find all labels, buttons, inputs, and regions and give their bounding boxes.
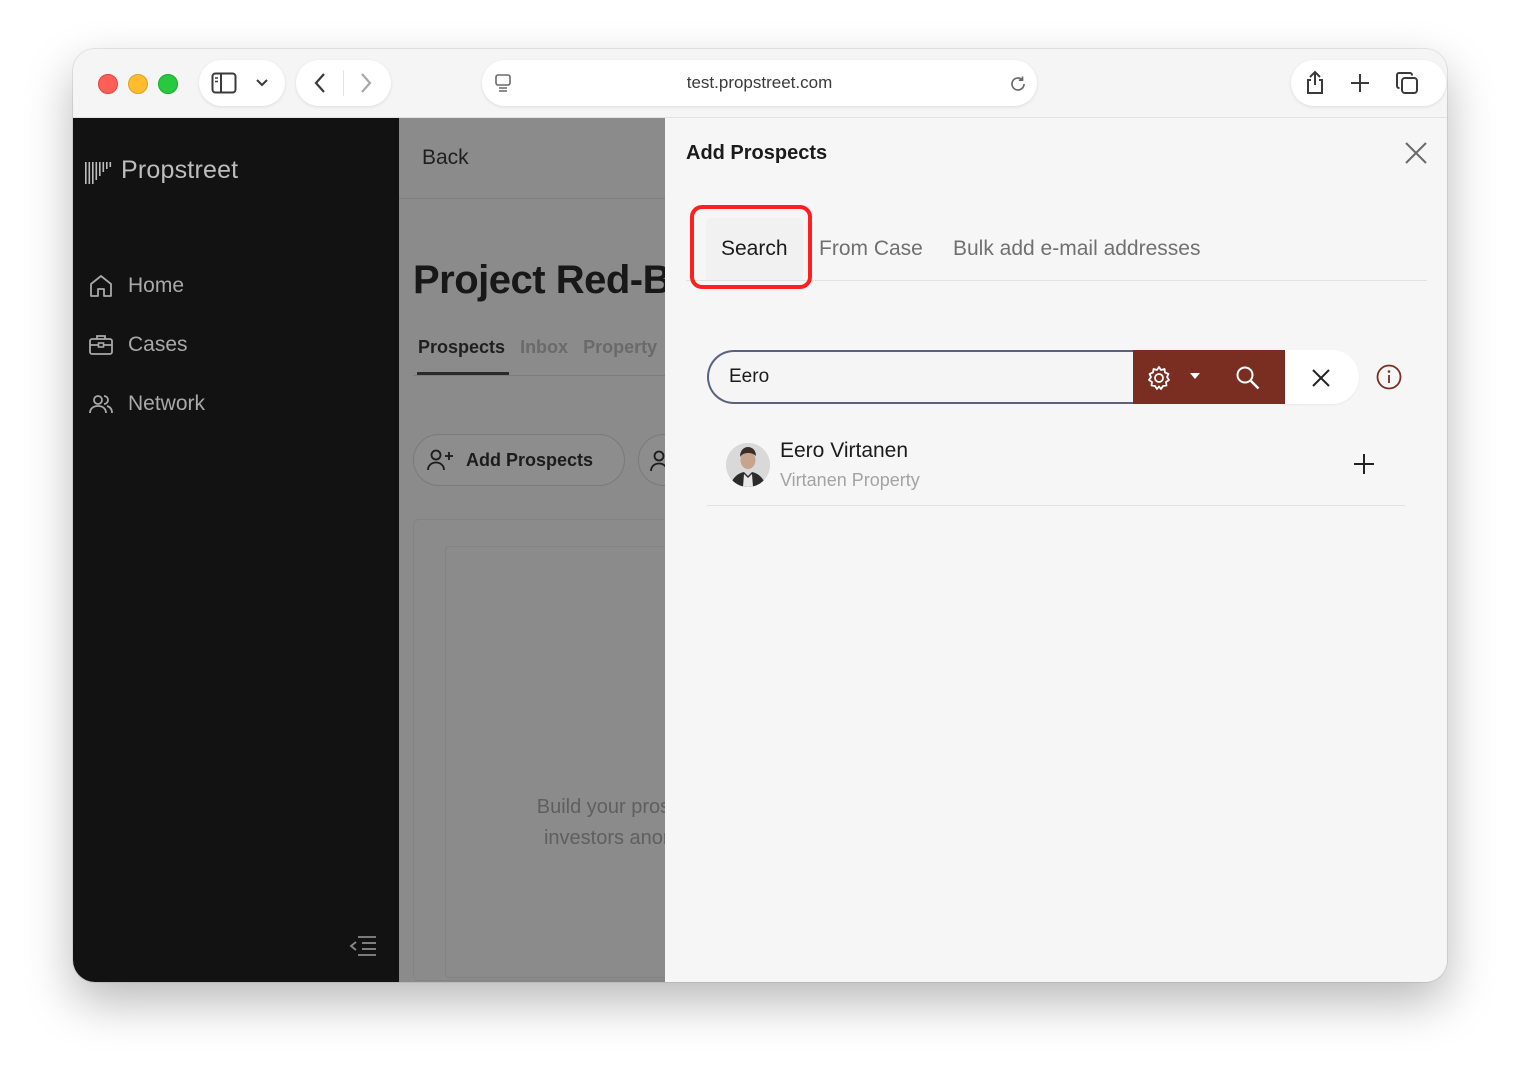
close-icon <box>1312 369 1330 387</box>
project-tabs: Prospects Inbox Property <box>418 337 665 358</box>
maximize-window-button[interactable] <box>158 74 178 94</box>
home-icon <box>90 275 112 297</box>
avatar <box>726 443 770 487</box>
tabs-divider <box>413 375 665 376</box>
result-company: Virtanen Property <box>780 470 920 490</box>
panel-tabs: Search From Case Bulk add e-mail address… <box>686 218 1427 281</box>
list-item[interactable]: Eero Virtanen Virtanen Property <box>707 433 1405 506</box>
sidebar-item-label: Cases <box>128 333 188 356</box>
main-header: Back <box>399 118 665 199</box>
minimize-window-button[interactable] <box>128 74 148 94</box>
reload-icon[interactable] <box>1008 74 1028 94</box>
gear-icon[interactable] <box>1145 364 1173 392</box>
info-icon[interactable] <box>1375 363 1403 391</box>
tab-from-case[interactable]: From Case <box>819 218 923 280</box>
empty-state-box <box>445 546 665 978</box>
search-icon[interactable] <box>1235 365 1261 391</box>
tab-bulk-add-email[interactable]: Bulk add e-mail addresses <box>953 218 1200 280</box>
tab-property[interactable]: Property <box>583 337 657 358</box>
search-input[interactable] <box>707 350 1133 404</box>
tab-search[interactable]: Search <box>706 218 803 280</box>
add-prospects-panel: Add Prospects Search From Case Bulk add … <box>665 118 1447 982</box>
collapse-sidebar-icon[interactable] <box>348 934 378 958</box>
sidebar-icon[interactable] <box>211 72 237 94</box>
nav-divider <box>343 70 344 96</box>
secondary-action-button[interactable] <box>638 434 665 486</box>
propstreet-logo-icon <box>85 162 112 184</box>
clear-search-button[interactable] <box>1285 350 1359 404</box>
address-bar[interactable]: test.propstreet.com <box>482 60 1037 106</box>
sidebar-item-cases[interactable]: Cases <box>88 329 188 361</box>
share-icon[interactable] <box>1304 70 1326 96</box>
sidebar-toggle-group <box>199 60 285 106</box>
app-sidebar: Propstreet Home Cases Network <box>73 118 399 982</box>
close-icon[interactable] <box>1403 140 1429 166</box>
url-text: test.propstreet.com <box>686 73 833 92</box>
sidebar-item-label: Network <box>128 392 206 415</box>
chevron-down-icon[interactable] <box>255 77 269 89</box>
history-nav-group <box>296 60 391 106</box>
tab-inbox[interactable]: Inbox <box>520 337 568 358</box>
close-window-button[interactable] <box>98 74 118 94</box>
main-content: Back Project Red-Bl Prospects Inbox Prop… <box>399 118 665 982</box>
user-icon <box>650 450 665 472</box>
browser-actions-group <box>1291 60 1446 106</box>
app-logo-text[interactable]: Propstreet <box>121 156 238 185</box>
person-photo-icon <box>726 443 770 487</box>
forward-arrow-icon[interactable] <box>358 72 374 94</box>
tab-overview-icon[interactable] <box>1395 71 1419 95</box>
briefcase-icon <box>89 335 113 355</box>
sidebar-item-home[interactable]: Home <box>88 270 184 302</box>
sidebar-item-label: Home <box>128 274 185 297</box>
browser-toolbar: test.propstreet.com <box>73 49 1447 118</box>
caret-down-icon[interactable] <box>1189 372 1201 380</box>
search-actions <box>1133 350 1285 404</box>
empty-state-text: Build your prosp investors anon <box>536 796 665 849</box>
add-user-icon <box>427 449 453 471</box>
add-prospects-label: Add Prospects <box>466 449 594 470</box>
result-name: Eero Virtanen <box>780 439 909 462</box>
add-prospects-button[interactable]: Add Prospects <box>413 434 625 486</box>
add-icon[interactable] <box>1352 452 1376 476</box>
sidebar-item-network[interactable]: Network <box>88 388 205 420</box>
panel-title: Add Prospects <box>686 142 828 164</box>
people-icon <box>89 395 113 414</box>
browser-window: test.propstreet.com Propstreet Home Case… <box>73 49 1447 982</box>
new-tab-icon[interactable] <box>1350 73 1370 93</box>
tab-prospects[interactable]: Prospects <box>418 337 505 358</box>
back-link[interactable]: Back <box>422 146 469 170</box>
project-title: Project Red-Bl <box>413 258 665 302</box>
back-arrow-icon[interactable] <box>312 72 328 94</box>
